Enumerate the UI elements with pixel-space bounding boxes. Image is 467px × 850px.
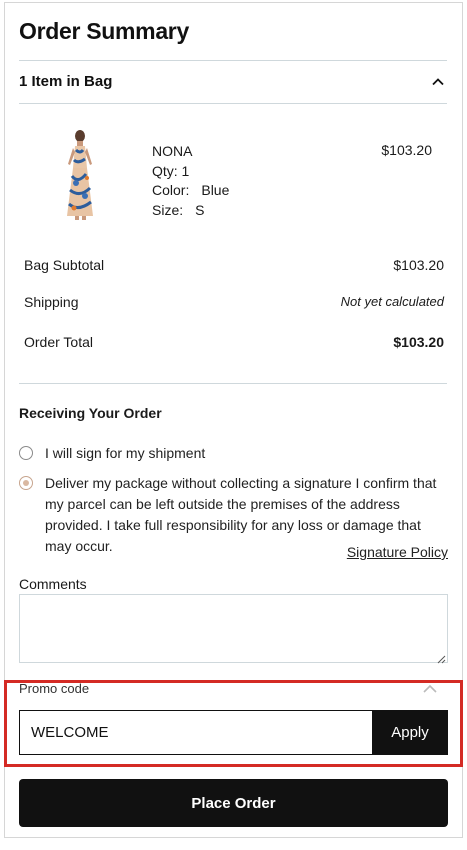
size-value: S: [195, 201, 205, 218]
resize-handle-icon[interactable]: [436, 651, 446, 664]
product-price: $103.20: [381, 142, 432, 158]
product-name[interactable]: NONA: [152, 142, 229, 162]
divider: [19, 383, 447, 384]
radio-button[interactable]: [19, 446, 33, 460]
receiving-heading: Receiving Your Order: [19, 405, 162, 421]
chevron-up-icon: [429, 73, 447, 91]
shipping-value: Not yet calculated: [340, 294, 444, 309]
place-order-button[interactable]: Place Order: [19, 779, 448, 827]
chevron-up-icon[interactable]: [421, 680, 439, 703]
bag-count-label: 1 Item in Bag: [19, 73, 113, 90]
apply-button[interactable]: Apply: [372, 710, 448, 755]
size-label: Size:: [152, 201, 184, 218]
sign-option[interactable]: I will sign for my shipment: [19, 443, 449, 464]
subtotal-value: $103.20: [393, 257, 444, 273]
product-qty: Qty: 1: [152, 162, 190, 179]
product-details: NONA Qty: 1 Color: Blue Size: S: [152, 142, 229, 220]
total-label: Order Total: [24, 334, 93, 350]
divider: [19, 103, 447, 104]
color-value: Blue: [201, 182, 230, 198]
bag-toggle[interactable]: 1 Item in Bag: [19, 60, 447, 103]
comments-label: Comments: [19, 576, 87, 592]
subtotal-label: Bag Subtotal: [24, 257, 105, 273]
subtotal-row: Bag Subtotal $103.20: [24, 257, 444, 273]
product-image[interactable]: [56, 128, 104, 222]
shipping-row: Shipping Not yet calculated: [24, 294, 444, 310]
color-label: Color:: [152, 182, 190, 198]
radio-button-selected[interactable]: [19, 476, 33, 490]
promo-code-input[interactable]: [19, 710, 372, 755]
shipping-label: Shipping: [24, 294, 79, 310]
signature-policy-link[interactable]: Signature Policy: [347, 544, 448, 560]
page-title: Order Summary: [19, 18, 189, 44]
comments-field[interactable]: [19, 594, 448, 663]
promo-label: Promo code: [19, 681, 90, 696]
total-value: $103.20: [393, 334, 444, 350]
sign-option-label: I will sign for my shipment: [45, 445, 206, 461]
total-row: Order Total $103.20: [24, 334, 444, 350]
